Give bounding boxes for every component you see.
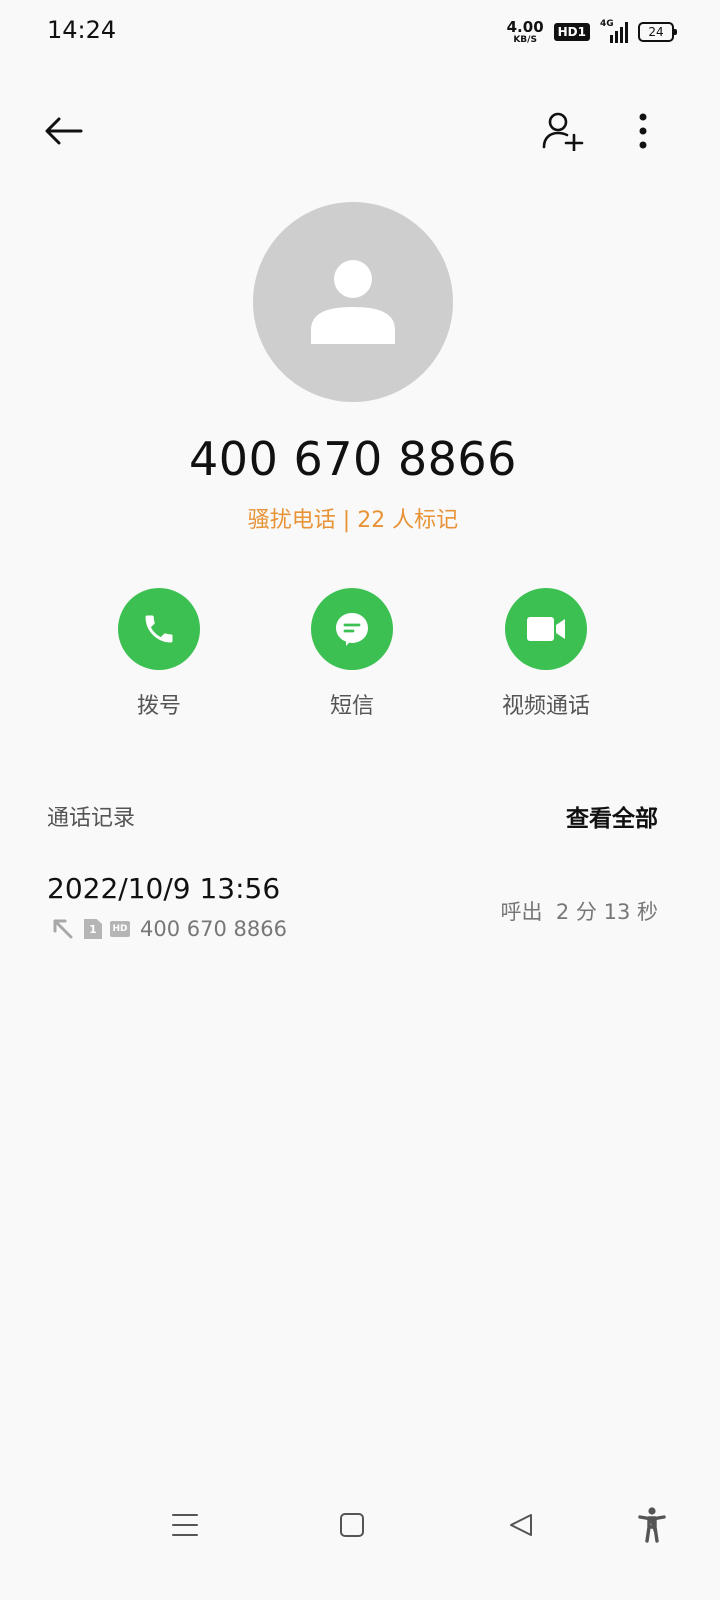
signal-icon: 4G xyxy=(600,19,628,43)
nav-accessibility-button[interactable] xyxy=(627,1500,677,1550)
sms-action[interactable]: 短信 xyxy=(282,588,422,720)
network-speed-value: 4.00 xyxy=(506,17,544,36)
hd-voice-badge: HD1 xyxy=(553,23,590,41)
add-contact-button[interactable] xyxy=(535,106,591,156)
contact-detail-screen: 14:24 4.00 KB/S HD1 4G 24 400 670 8866 骚… xyxy=(0,0,720,1600)
video-camera-icon xyxy=(527,617,565,641)
network-speed: 4.00 KB/S xyxy=(506,17,544,45)
back-button[interactable] xyxy=(36,106,90,156)
nav-menu-button[interactable] xyxy=(160,1500,210,1550)
sim-card-icon: 1 xyxy=(84,919,102,939)
call-log-datetime: 2022/10/9 13:56 xyxy=(47,872,281,905)
person-placeholder-icon xyxy=(311,260,395,344)
video-call-label: 视频通话 xyxy=(501,694,590,719)
video-call-action[interactable]: 视频通话 xyxy=(476,588,616,720)
more-options-button[interactable] xyxy=(618,106,668,156)
call-log-entry[interactable]: 2022/10/9 13:56 1 HD 400 670 8866 呼出 2 分… xyxy=(0,862,706,952)
contact-avatar xyxy=(253,202,453,402)
sms-button[interactable] xyxy=(311,588,393,670)
status-time: 14:24 xyxy=(47,16,117,44)
battery-level: 24 xyxy=(648,25,664,39)
nav-home-button[interactable] xyxy=(327,1500,377,1550)
call-log-meta: 1 HD 400 670 8866 xyxy=(50,916,287,942)
hd-call-label: HD xyxy=(112,924,128,934)
home-square-icon xyxy=(340,1513,364,1537)
call-label: 拨号 xyxy=(136,694,181,719)
view-all-button[interactable]: 查看全部 xyxy=(566,799,658,833)
status-indicators: 4.00 KB/S HD1 4G 24 xyxy=(506,17,677,46)
accessibility-icon xyxy=(638,1507,666,1543)
call-log-number: 400 670 8866 xyxy=(140,917,287,941)
more-vertical-icon xyxy=(639,113,647,149)
call-log-title: 通话记录 xyxy=(47,806,136,831)
hd-call-icon: HD xyxy=(110,921,130,937)
network-type: 4G xyxy=(600,19,614,29)
battery-icon: 24 xyxy=(638,22,677,42)
person-add-icon xyxy=(542,112,584,151)
menu-icon xyxy=(172,1514,198,1536)
sim-card-label: 1 xyxy=(89,922,97,936)
call-log-type-duration: 呼出 2 分 13 秒 xyxy=(500,900,658,924)
call-button[interactable] xyxy=(118,588,200,670)
outgoing-arrow-icon xyxy=(53,919,73,939)
nav-back-button[interactable] xyxy=(496,1500,546,1550)
network-speed-unit: KB/S xyxy=(513,34,537,45)
arrow-left-icon xyxy=(45,117,83,145)
call-action[interactable]: 拨号 xyxy=(89,588,229,720)
sms-label: 短信 xyxy=(329,694,374,719)
contact-phone-number: 400 670 8866 xyxy=(189,432,517,486)
phone-icon xyxy=(145,615,173,643)
back-triangle-icon xyxy=(510,1514,532,1536)
video-call-button[interactable] xyxy=(505,588,587,670)
message-bubble-icon xyxy=(336,613,368,646)
status-bar: 14:24 4.00 KB/S HD1 4G 24 xyxy=(0,0,720,60)
spam-tag-label: 骚扰电话 | 22 人标记 xyxy=(247,508,459,533)
